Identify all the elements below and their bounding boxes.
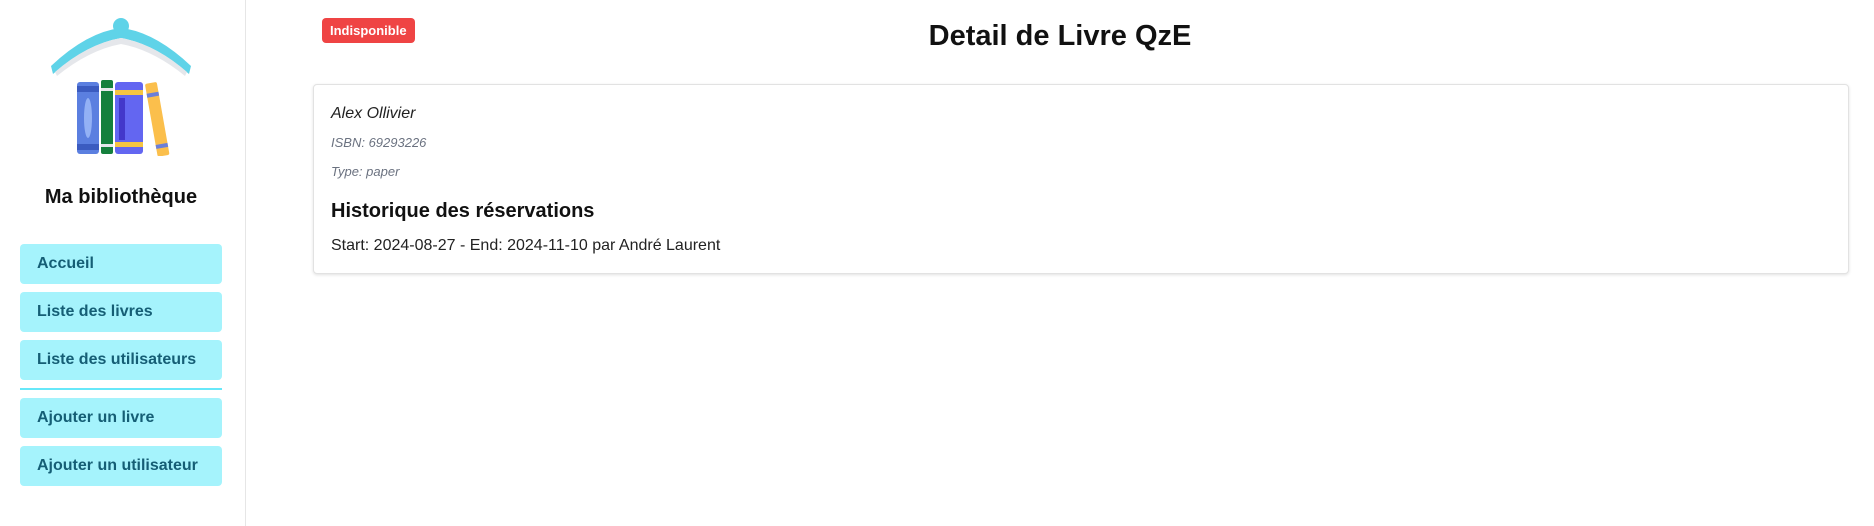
reservation-entry: Start: 2024-08-27 - End: 2024-11-10 par …	[331, 237, 721, 254]
status-badge: Indisponible	[322, 18, 415, 43]
app-root: Ma bibliothèque Accueil Liste des livres…	[0, 0, 1874, 526]
nav-users-list-button[interactable]: Liste des utilisateurs	[20, 340, 222, 380]
book-type: Type: paper	[331, 164, 400, 179]
nav-add-user-button[interactable]: Ajouter un utilisateur	[20, 446, 222, 486]
nav-add-book-button[interactable]: Ajouter un livre	[20, 398, 222, 438]
book-author: Alex Ollivier	[331, 105, 416, 122]
books-logo-icon[interactable]	[47, 14, 195, 157]
book-isbn: ISBN: 69293226	[331, 135, 427, 150]
sidebar: Ma bibliothèque Accueil Liste des livres…	[0, 0, 246, 526]
page-title: Detail de Livre QzE	[928, 20, 1192, 52]
sidebar-nav: Accueil Liste des livres Liste des utili…	[20, 244, 222, 494]
reservation-history-title: Historique des réservations	[331, 200, 595, 222]
book-detail-card: Alex Ollivier ISBN: 69293226 Type: paper…	[313, 84, 1849, 274]
nav-books-list-button[interactable]: Liste des livres	[20, 292, 222, 332]
nav-divider	[20, 388, 222, 390]
brand-title: Ma bibliothèque	[44, 186, 198, 208]
nav-home-button[interactable]: Accueil	[20, 244, 222, 284]
